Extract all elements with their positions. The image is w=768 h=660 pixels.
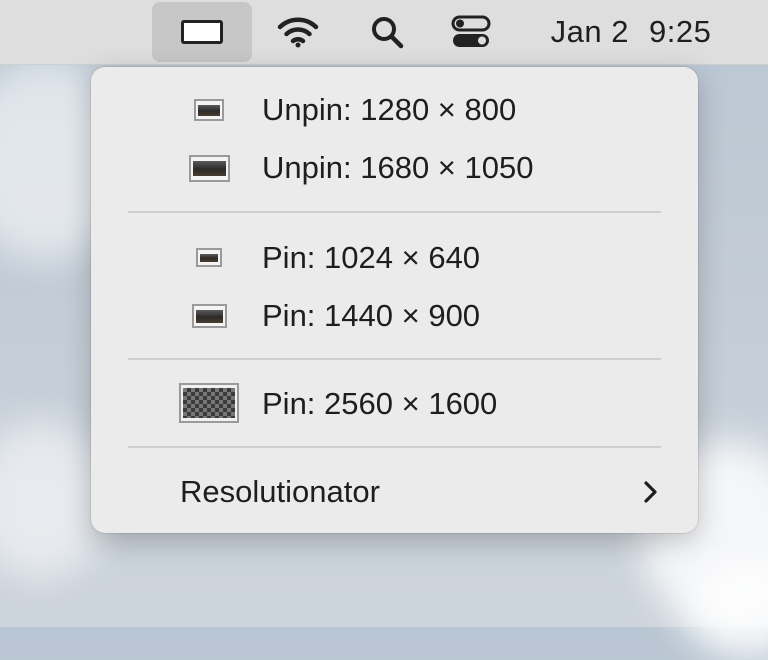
- menu-item-pin-1440x900[interactable]: Pin: 1440 × 900: [91, 291, 698, 341]
- menu-item-label: Pin: 1024 × 640: [262, 240, 481, 275]
- search-icon: [372, 17, 404, 49]
- resolution-thumbnail-icon: [179, 383, 239, 423]
- menu-item-pin-2560x1600[interactable]: Pin: 2560 × 1600: [91, 379, 698, 429]
- menu-separator: [128, 211, 661, 213]
- resolution-thumbnail-icon: [192, 304, 227, 328]
- control-center-icon: [451, 15, 491, 47]
- menu-item-resolutionator[interactable]: Resolutionator: [91, 467, 698, 517]
- menu-separator: [128, 358, 661, 360]
- menu-item-label: Pin: 1440 × 900: [262, 298, 481, 333]
- control-center-button[interactable]: [446, 0, 496, 64]
- menu-item-unpin-1680x1050[interactable]: Unpin: 1680 × 1050: [91, 143, 698, 193]
- menu-clock[interactable]: Jan 2 9:25: [526, 0, 736, 64]
- menu-bar: Jan 2 9:25: [0, 0, 768, 65]
- menu-separator: [128, 446, 661, 448]
- menu-item-label: Unpin: 1680 × 1050: [262, 150, 534, 185]
- wifi-status[interactable]: [270, 0, 326, 64]
- app-menu-label: Resolutionator: [180, 474, 380, 509]
- wifi-icon: [277, 17, 319, 48]
- menu-item-label: Pin: 2560 × 1600: [262, 386, 498, 421]
- spotlight-button[interactable]: [362, 0, 412, 64]
- resolution-thumbnail-icon: [194, 99, 224, 121]
- clock-date: Jan 2: [550, 14, 629, 49]
- display-menu-extra[interactable]: [152, 2, 252, 62]
- resolution-thumbnail-icon: [196, 248, 222, 267]
- chevron-right-icon: [644, 481, 657, 503]
- resolution-menu: Unpin: 1280 × 800 Unpin: 1680 × 1050 Pin…: [91, 67, 698, 533]
- menu-item-pin-1024x640[interactable]: Pin: 1024 × 640: [91, 233, 698, 283]
- menu-item-label: Unpin: 1280 × 800: [262, 92, 517, 127]
- resolution-thumbnail-icon: [189, 155, 230, 182]
- menu-item-unpin-1280x800[interactable]: Unpin: 1280 × 800: [91, 85, 698, 135]
- display-icon: [181, 20, 223, 44]
- clock-time: 9:25: [649, 14, 712, 49]
